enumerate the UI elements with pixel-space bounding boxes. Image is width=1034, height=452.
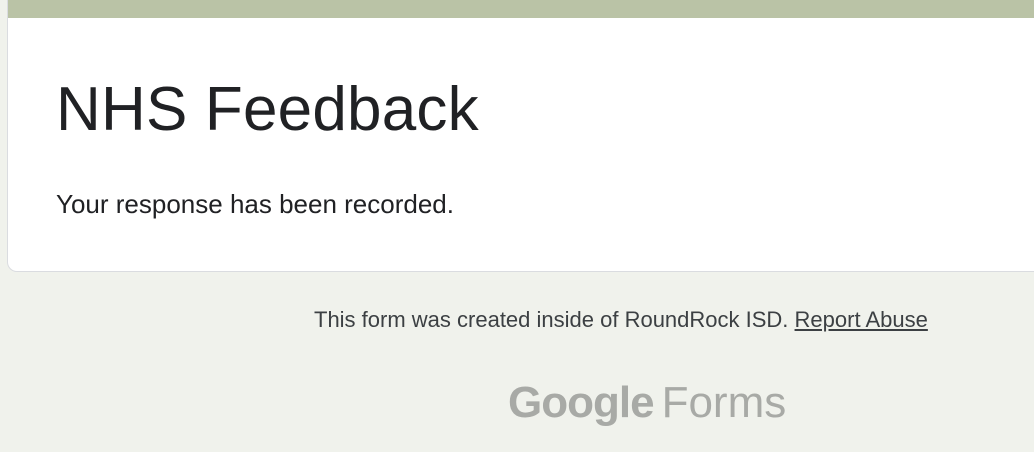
created-inside-text: This form was created inside of RoundRoc… [314,307,789,332]
forms-wordmark: Forms [661,378,787,427]
confirmation-message: Your response has been recorded. [56,189,454,219]
form-title: NHS Feedback [56,75,479,144]
google-wordmark: Google [508,378,655,427]
report-abuse-link[interactable]: Report Abuse [795,307,928,332]
form-card: NHS Feedback Your response has been reco… [7,0,1034,272]
footer-disclaimer: This form was created inside of RoundRoc… [314,306,928,334]
google-forms-logo[interactable]: Google Forms [508,376,786,430]
theme-accent-bar [8,0,1034,18]
